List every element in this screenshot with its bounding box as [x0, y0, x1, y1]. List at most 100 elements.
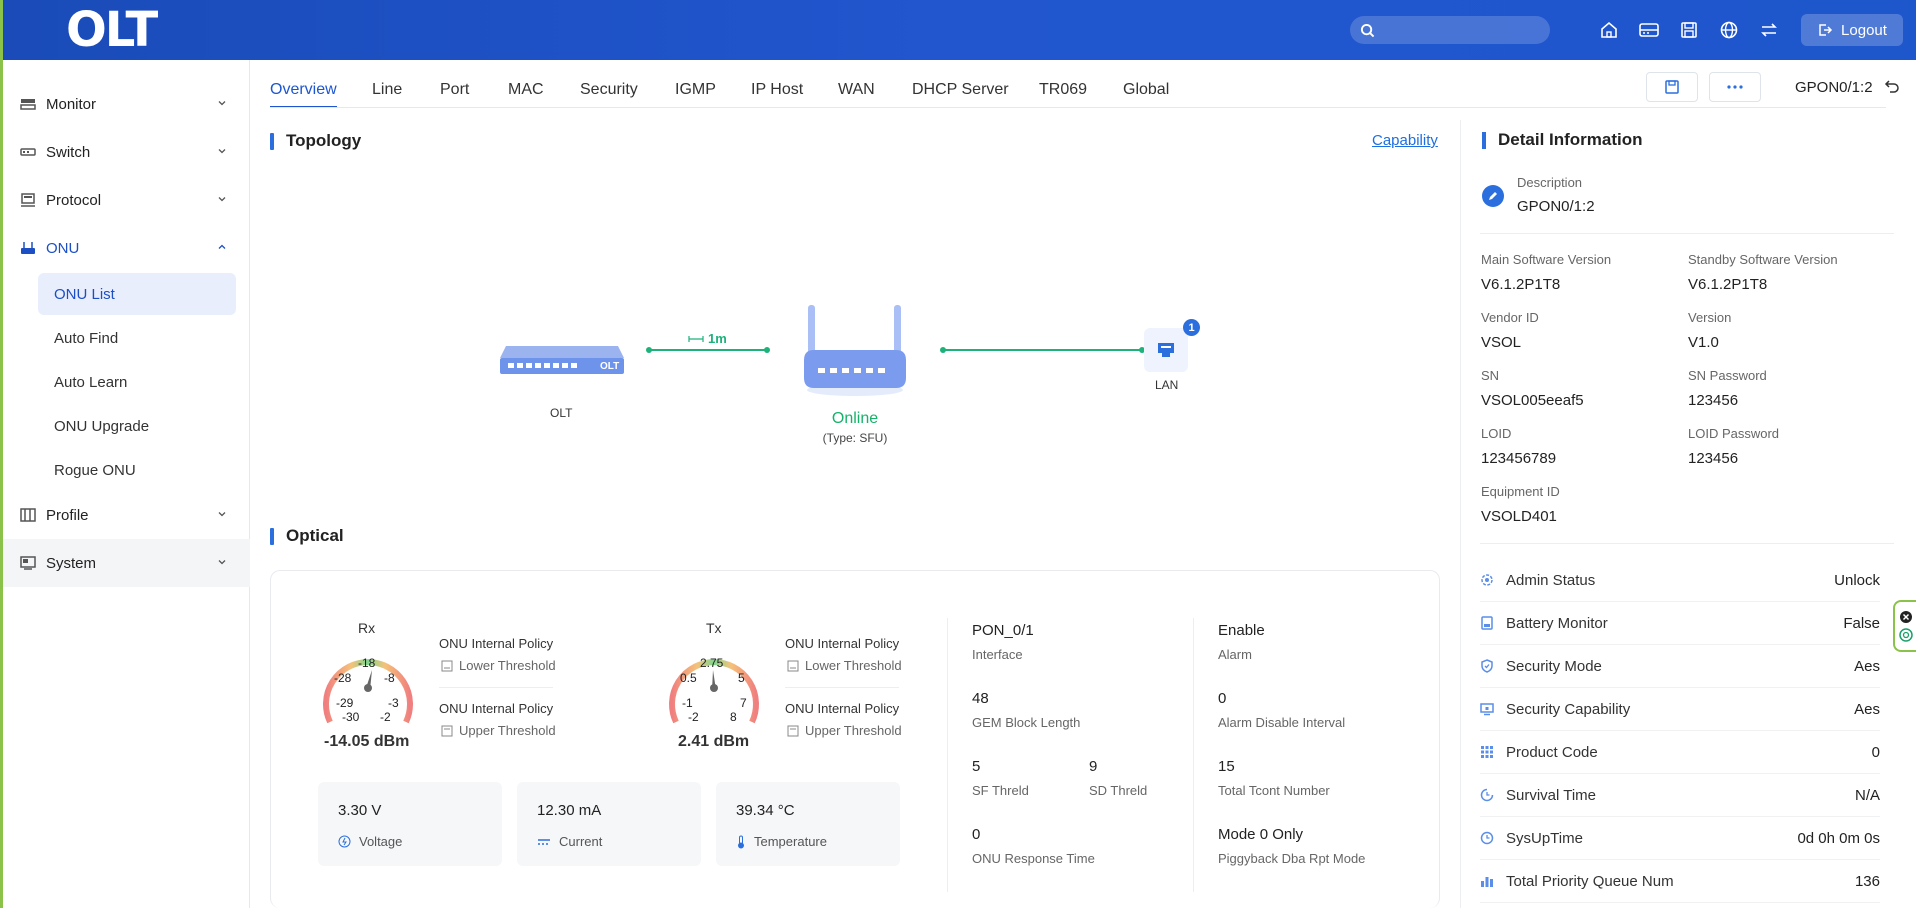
rx-tick: -18 — [358, 656, 376, 670]
monitor-lock-icon — [1480, 701, 1496, 717]
transfer-icon[interactable] — [1756, 17, 1782, 43]
link-dot — [940, 347, 946, 353]
home-icon[interactable] — [1596, 17, 1622, 43]
rx-lower-policy: ONU Internal Policy — [439, 636, 554, 651]
olt-device-icon: OLT — [498, 340, 626, 385]
sidebar-item-switch[interactable]: Switch — [0, 128, 250, 176]
sub-label: ONU Upgrade — [54, 417, 150, 435]
current-label: Current — [559, 834, 603, 849]
sidebar-sub-rogue-onu[interactable]: Rogue ONU — [38, 449, 236, 491]
clock-icon — [1480, 830, 1496, 846]
tx-tick: 5 — [738, 671, 745, 685]
detail-row-survival-time: Survival Time N/A — [1480, 774, 1880, 817]
thermometer-icon — [738, 835, 744, 848]
loid-password-value: 123456 — [1688, 450, 1739, 467]
chevron-down-icon — [218, 197, 226, 202]
rx-tick: -29 — [336, 696, 354, 710]
sidebar-sub-auto-learn[interactable]: Auto Learn — [38, 361, 236, 403]
back-icon[interactable] — [1884, 78, 1900, 99]
tab-wan[interactable]: WAN — [838, 70, 875, 108]
alarm-disable-value: 0 — [1218, 690, 1227, 707]
topology-title: Topology — [270, 131, 361, 151]
sidebar-sub-onu-upgrade[interactable]: ONU Upgrade — [38, 405, 236, 447]
chevron-down-icon — [218, 101, 226, 106]
row-label: Security Mode — [1506, 657, 1602, 675]
lan-count-badge: 1 — [1183, 319, 1200, 336]
row-label: Battery Monitor — [1506, 614, 1608, 632]
current-label-row: Current — [537, 834, 602, 849]
monitor-icon — [20, 95, 38, 113]
floating-toolbar[interactable] — [1893, 600, 1916, 652]
tab-ip-host[interactable]: IP Host — [751, 70, 803, 108]
rx-value: -14.05 dBm — [324, 733, 410, 750]
chevron-down-icon — [218, 149, 226, 154]
tx-title: Tx — [706, 620, 722, 636]
threshold-icon — [787, 660, 799, 671]
chevron-up-icon — [218, 244, 226, 249]
save-config-button[interactable] — [1646, 72, 1698, 102]
device-icon[interactable] — [1636, 17, 1662, 43]
current-card: 12.30 mA Current — [517, 782, 701, 866]
interface-value: PON_0/1 — [972, 622, 1034, 639]
more-button[interactable] — [1709, 72, 1761, 102]
tab-security[interactable]: Security — [580, 70, 638, 108]
search-input[interactable] — [1350, 16, 1550, 44]
sidebar-item-monitor[interactable]: Monitor — [0, 80, 250, 128]
logout-button[interactable]: Logout — [1801, 14, 1903, 46]
voltage-label: Voltage — [359, 834, 403, 849]
interface-label: Interface — [972, 647, 1023, 662]
sidebar-item-label: Monitor — [46, 95, 97, 113]
bars-icon — [1480, 873, 1496, 889]
capability-link[interactable]: Capability — [1372, 132, 1438, 149]
sub-label: ONU List — [54, 285, 115, 303]
sidebar-item-profile[interactable]: Profile — [0, 491, 250, 539]
detail-row-security-capability: Security Capability Aes — [1480, 688, 1880, 731]
sidebar-item-onu[interactable]: ONU — [0, 224, 250, 272]
tx-tick: -2 — [688, 710, 699, 724]
temperature-label-row: Temperature — [736, 834, 827, 849]
sub-label: Auto Find — [54, 329, 119, 347]
sidebar-sub-auto-find[interactable]: Auto Find — [38, 317, 236, 359]
tx-upper-policy: ONU Internal Policy — [785, 701, 900, 716]
loid-label: LOID — [1481, 426, 1512, 441]
lan-port-icon[interactable] — [1144, 328, 1188, 372]
row-value: 0d 0h 0m 0s — [1797, 829, 1880, 847]
sidebar-sub-onu-list[interactable]: ONU List — [38, 273, 236, 315]
gear-icon — [1480, 572, 1496, 588]
threshold-label: Upper Threshold — [459, 723, 556, 738]
tab-dhcp-server[interactable]: DHCP Server — [912, 70, 1009, 108]
sidebar: Monitor Switch Protocol ONU ONU List Aut… — [0, 60, 250, 908]
tab-tr069[interactable]: TR069 — [1039, 70, 1087, 108]
tab-mac[interactable]: MAC — [508, 70, 544, 108]
tab-port[interactable]: Port — [440, 70, 469, 108]
close-icon[interactable] — [1899, 610, 1913, 624]
sidebar-item-protocol[interactable]: Protocol — [0, 176, 250, 224]
tab-overview[interactable]: Overview — [270, 70, 337, 108]
rx-tick: -28 — [334, 671, 352, 685]
tx-lower-threshold: Lower Threshold — [787, 658, 902, 673]
tab-line[interactable]: Line — [372, 70, 402, 108]
response-value: 0 — [972, 826, 981, 843]
globe-icon[interactable] — [1716, 17, 1742, 43]
tab-global[interactable]: Global — [1123, 70, 1169, 108]
distance-label: 1m — [688, 331, 727, 346]
detail-row-product-code: Product Code 0 — [1480, 731, 1880, 774]
assistant-icon[interactable] — [1898, 628, 1913, 642]
search-icon — [1360, 23, 1375, 37]
current-value: 12.30 mA — [537, 802, 602, 819]
row-label: Security Capability — [1506, 700, 1631, 718]
sub-label: Rogue ONU — [54, 461, 136, 479]
system-icon — [20, 554, 38, 572]
sidebar-item-system[interactable]: System — [0, 539, 250, 587]
save-icon[interactable] — [1676, 17, 1702, 43]
divider — [1480, 543, 1894, 544]
edit-description-icon[interactable] — [1482, 185, 1504, 207]
link-dot — [764, 347, 770, 353]
temperature-card: 39.34 °C Temperature — [716, 782, 900, 866]
tab-divider — [270, 107, 1886, 108]
tab-igmp[interactable]: IGMP — [675, 70, 716, 108]
rx-title: Rx — [358, 620, 376, 636]
tx-lower-policy: ONU Internal Policy — [785, 636, 900, 651]
vendor-label: Vendor ID — [1481, 310, 1539, 325]
sd-label: SD Threld — [1089, 783, 1148, 798]
